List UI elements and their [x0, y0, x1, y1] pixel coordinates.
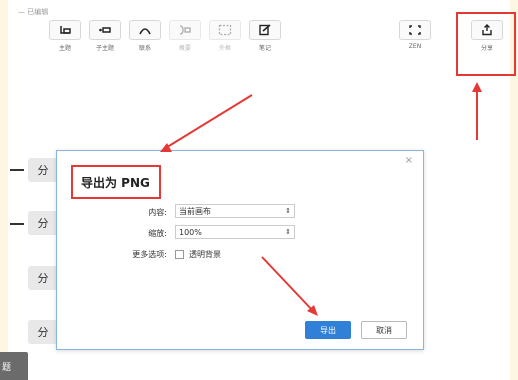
status-text: — 已编辑: [18, 8, 49, 16]
mindmap-node[interactable]: 分: [28, 158, 58, 182]
mindmap-node[interactable]: 分: [28, 266, 58, 290]
subtopic-icon: [89, 20, 121, 40]
cancel-button[interactable]: 取消: [361, 321, 407, 339]
zen-icon: [399, 20, 431, 40]
zen-label: ZEN: [408, 43, 422, 50]
transparent-label: 透明背景: [189, 250, 221, 259]
zen-button[interactable]: ZEN: [396, 20, 434, 54]
side-tab[interactable]: 题: [0, 352, 28, 380]
subtopic-button[interactable]: 子主题: [86, 20, 124, 54]
relationship-label: 联系: [138, 45, 151, 52]
relationship-button[interactable]: 联系: [126, 20, 164, 54]
export-dialog: × 导出为 PNG 内容: 当前画布 ⇕ 缩放: 100% ⇕ 更多选项: 透明…: [56, 150, 424, 350]
share-highlight-box: [456, 12, 516, 76]
connector-line: [10, 169, 24, 171]
select-arrows-icon: ⇕: [285, 228, 291, 236]
zoom-select[interactable]: 100% ⇕: [175, 225, 295, 239]
summary-button[interactable]: 概要: [166, 20, 204, 54]
export-button[interactable]: 导出: [305, 321, 351, 339]
note-icon: [249, 20, 281, 40]
content-select[interactable]: 当前画布 ⇕: [175, 204, 295, 218]
boundary-icon: [209, 20, 241, 40]
transparent-checkbox[interactable]: [175, 250, 184, 259]
dialog-title: 导出为 PNG: [81, 175, 150, 190]
mindmap-node[interactable]: 分: [28, 211, 58, 235]
select-arrows-icon: ⇕: [285, 207, 291, 215]
content-value: 当前画布: [179, 206, 211, 216]
more-options-label: 更多选项:: [132, 250, 167, 259]
boundary-button[interactable]: 外框: [206, 20, 244, 54]
note-label: 笔记: [258, 45, 271, 52]
zoom-value: 100%: [179, 227, 202, 237]
topic-label: 主题: [58, 45, 71, 52]
note-button[interactable]: 笔记: [246, 20, 284, 54]
subtopic-label: 子主题: [95, 45, 114, 52]
close-icon[interactable]: ×: [405, 155, 413, 166]
topic-icon: [49, 20, 81, 40]
content-label: 内容:: [148, 208, 167, 217]
title-highlight-box: 导出为 PNG: [71, 165, 161, 199]
summary-label: 概要: [178, 45, 191, 52]
mindmap-node[interactable]: 分: [28, 320, 58, 344]
summary-icon: [169, 20, 201, 40]
connector-line: [10, 223, 24, 225]
zoom-label: 缩放:: [148, 229, 167, 238]
relationship-icon: [129, 20, 161, 40]
boundary-label: 外框: [218, 45, 231, 52]
topic-button[interactable]: 主题: [46, 20, 84, 54]
